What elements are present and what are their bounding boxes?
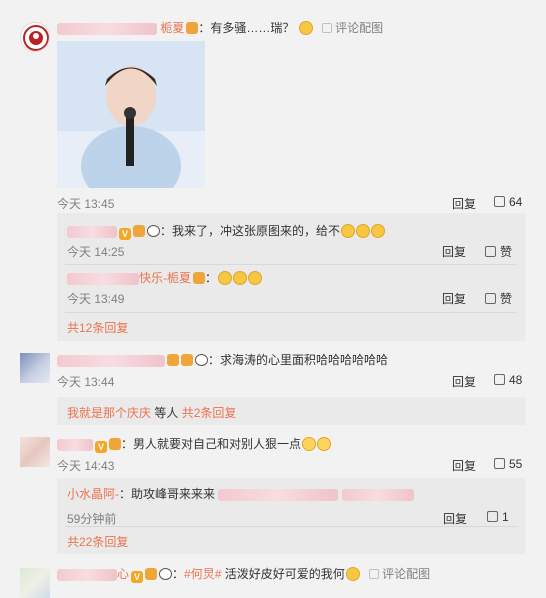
comment-image[interactable]: [57, 41, 205, 188]
cat-emoji-icon: [248, 271, 263, 285]
divider: [65, 264, 517, 265]
avatar-seal-icon: [23, 25, 49, 51]
panda-badge-icon: [195, 354, 208, 366]
thumb-up-icon: [494, 196, 505, 207]
replier-link[interactable]: 我就是那个庆庆: [67, 406, 151, 420]
member-badge-icon: [109, 438, 121, 450]
hashtag-link[interactable]: #何炅#: [184, 567, 221, 581]
thumb-up-icon: [485, 293, 496, 304]
panda-badge-icon: [147, 225, 160, 237]
username-blurred: [57, 354, 165, 367]
comment-time: 今天 13:44: [57, 375, 115, 389]
like-button[interactable]: 1: [487, 510, 509, 524]
more-replies-link[interactable]: 共12条回复: [67, 319, 128, 336]
member-badge-icon: [167, 354, 179, 366]
verified-badge-icon: V: [131, 571, 144, 583]
reply-text: ：助攻峰哥来来来: [119, 487, 216, 501]
cat-emoji-icon: [298, 21, 313, 35]
reply-button[interactable]: 回复: [452, 373, 476, 390]
reply-item: 小水晶阿-：助攻峰哥来来来 59分钟前 回复 1: [57, 486, 525, 526]
reply-button[interactable]: 回复: [452, 457, 476, 474]
avatar[interactable]: [20, 437, 50, 467]
reply-button[interactable]: 回复: [442, 290, 466, 307]
reply-username[interactable]: 快乐-栀夏: [139, 271, 191, 285]
image-icon: [369, 569, 380, 579]
reply-text: ：我来了，冲这张原图来的，给不: [160, 224, 341, 238]
avatar[interactable]: [20, 353, 50, 383]
like-button[interactable]: 64: [494, 195, 522, 209]
replies-box-3: 小水晶阿-：助攻峰哥来来来 59分钟前 回复 1 共22条回复: [57, 478, 525, 554]
divider: [65, 526, 517, 527]
member-badge-icon: [133, 225, 145, 237]
reply-time: 今天 13:49: [67, 292, 125, 306]
blurred-text: [341, 488, 414, 501]
emoji-icon: [356, 224, 371, 238]
like-button[interactable]: 赞: [485, 290, 512, 307]
like-button[interactable]: 55: [494, 457, 522, 471]
reply-item: 快乐-栀夏： 今天 13:49 回复 赞: [67, 271, 513, 307]
username-blurred: [57, 22, 157, 35]
laugh-emoji-icon: [317, 437, 332, 451]
thumb-up-icon: [494, 374, 505, 385]
username-blurred: [67, 272, 139, 285]
comment-text: 活泼好皮好可爱的我何: [221, 567, 345, 581]
reply-button[interactable]: 回复: [442, 243, 466, 260]
member-badge-icon: [181, 354, 193, 366]
member-badge-icon: [193, 272, 205, 284]
emoji-icon: [371, 224, 386, 238]
comment-text: ：求海涛的心里面积哈哈哈哈哈哈: [208, 353, 389, 367]
laugh-emoji-icon: [302, 437, 317, 451]
reply-time: 59分钟前: [67, 512, 117, 526]
verified-badge-icon: V: [119, 228, 131, 240]
verified-badge-icon: V: [95, 441, 107, 453]
like-button[interactable]: 48: [494, 373, 522, 387]
replies-box-2: 我就是那个庆庆 等人 共2条回复: [57, 397, 525, 425]
comment-text: ：有多骚……瑞？: [198, 21, 295, 35]
username-blurred: [67, 225, 117, 238]
comment-4: 心 V ：#何炅# 活泼好皮好可爱的我何 评论配图: [0, 560, 546, 598]
username-blurred: [57, 438, 93, 451]
cat-emoji-icon: [233, 271, 248, 285]
reply-username[interactable]: 小水晶阿-: [67, 487, 119, 501]
replier-others: 等人: [151, 406, 182, 420]
more-replies-link[interactable]: 共2条回复: [182, 406, 237, 420]
comment-text: ：男人就要对自己和对别人狠一点: [121, 437, 302, 451]
comment-time: 今天 13:45: [57, 197, 115, 211]
emoji-icon: [345, 567, 360, 581]
username[interactable]: 栀夏: [160, 21, 184, 35]
thumb-up-icon: [487, 511, 498, 522]
comment-photo: [57, 41, 205, 188]
like-button[interactable]: 赞: [485, 243, 512, 260]
cat-emoji-icon: [218, 271, 233, 285]
divider: [65, 312, 517, 313]
member-badge-icon: [145, 568, 158, 580]
image-icon: [322, 23, 333, 33]
comment-time: 今天 14:43: [57, 459, 115, 473]
comment-pic-link[interactable]: 评论配图: [322, 21, 383, 35]
blurred-text: [218, 488, 339, 501]
panda-badge-icon: [159, 568, 173, 580]
reply-button[interactable]: 回复: [452, 195, 476, 212]
thumb-up-icon: [494, 458, 505, 469]
reply-time: 今天 14:25: [67, 245, 125, 259]
member-badge-icon: [186, 22, 199, 34]
comment-pic-link[interactable]: 评论配图: [369, 567, 430, 581]
reply-item: V ：我来了，冲这张原图来的，给不 今天 14:25 回复 赞: [57, 223, 525, 263]
emoji-icon: [341, 224, 356, 238]
username-blurred: [57, 568, 117, 581]
avatar[interactable]: [20, 22, 50, 52]
comment-1: 栀夏 ：有多骚……瑞？ 评论配图 今天 13:45 回复 64: [0, 0, 546, 211]
replies-box-1: V ：我来了，冲这张原图来的，给不 今天 14:25 回复 赞 快乐-栀夏： 今天…: [57, 213, 525, 341]
reply-button[interactable]: 回复: [443, 510, 467, 527]
username[interactable]: 心: [117, 567, 129, 581]
thumb-up-icon: [485, 246, 496, 257]
more-replies-link[interactable]: 共22条回复: [67, 533, 128, 550]
